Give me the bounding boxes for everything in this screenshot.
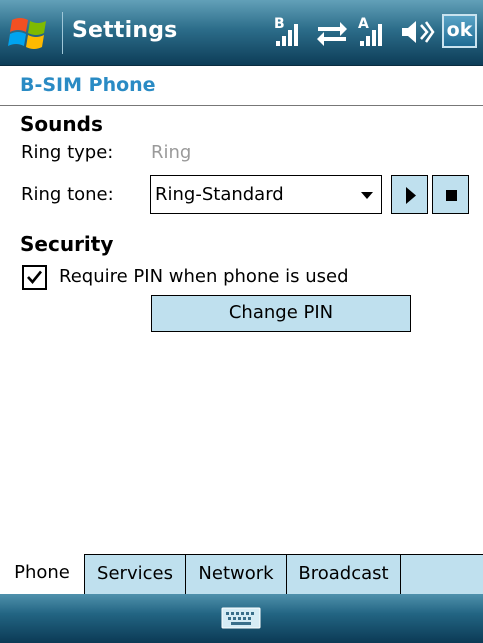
keyboard-icon[interactable] <box>221 606 261 634</box>
ring-tone-value: Ring-Standard <box>155 184 284 205</box>
tab-broadcast[interactable]: Broadcast <box>287 555 401 595</box>
title-bar: Settings B A ok <box>0 0 483 66</box>
ring-type-value: Ring <box>151 142 192 163</box>
page-header: B-SIM Phone <box>0 66 483 106</box>
play-button[interactable] <box>391 175 428 214</box>
stop-icon <box>446 190 457 201</box>
menu-bar <box>0 594 483 643</box>
speaker-icon[interactable] <box>398 14 436 50</box>
svg-text:B: B <box>274 16 285 32</box>
title-separator <box>62 12 63 54</box>
tab-network[interactable]: Network <box>186 555 287 595</box>
security-section-title: Security <box>20 232 114 256</box>
ring-type-label: Ring type: <box>21 142 114 163</box>
tab-services[interactable]: Services <box>85 555 186 595</box>
tab-bar: Phone Services Network Broadcast <box>0 554 483 595</box>
tab-phone[interactable]: Phone <box>0 554 85 595</box>
svg-text:A: A <box>358 16 369 32</box>
stop-button[interactable] <box>432 175 469 214</box>
require-pin-checkbox[interactable] <box>22 265 47 290</box>
windows-start-icon[interactable] <box>4 10 58 56</box>
page-title: B-SIM Phone <box>20 74 156 96</box>
ok-button[interactable]: ok <box>442 14 477 48</box>
change-pin-button[interactable]: Change PIN <box>151 295 411 332</box>
ring-tone-label: Ring tone: <box>21 184 114 205</box>
sounds-section-title: Sounds <box>20 112 103 136</box>
play-icon <box>406 187 416 204</box>
sync-arrows-icon[interactable] <box>314 14 350 50</box>
dropdown-arrow-icon[interactable] <box>361 192 373 199</box>
sim-a-signal-icon[interactable]: A <box>356 14 396 50</box>
checkmark-icon <box>27 270 43 285</box>
ring-tone-dropdown[interactable]: Ring-Standard <box>150 175 382 214</box>
require-pin-label[interactable]: Require PIN when phone is used <box>59 266 349 287</box>
sim-b-signal-icon[interactable]: B <box>272 14 312 50</box>
app-title: Settings <box>72 18 178 43</box>
